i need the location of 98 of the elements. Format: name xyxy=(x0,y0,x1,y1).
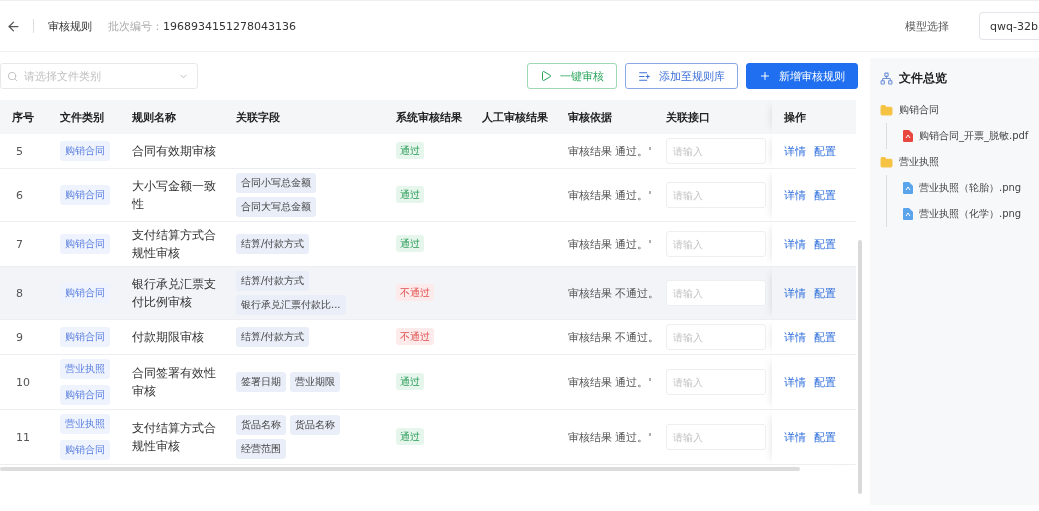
field-tag: 合同大写总金额 xyxy=(236,197,316,217)
action-link[interactable]: 配置 xyxy=(814,430,836,444)
row-number: 8 xyxy=(15,286,23,300)
back-button[interactable] xyxy=(6,18,21,34)
field-tag: 货品名称 xyxy=(290,415,340,435)
result-tag: 通过 xyxy=(396,186,424,203)
row-number: 6 xyxy=(15,188,23,202)
field-tag: 合同小写总金额 xyxy=(236,173,316,193)
plus-icon xyxy=(759,70,771,82)
action-link[interactable]: 配置 xyxy=(814,144,836,158)
category-tag: 购销合同 xyxy=(60,440,110,460)
category-tag: 购销合同 xyxy=(60,185,110,205)
rule-name: 大小写金额一致性 xyxy=(132,178,217,213)
batch-label: 批次编号： xyxy=(108,18,163,34)
column-header: 文件类别 xyxy=(48,100,120,134)
action-link[interactable]: 配置 xyxy=(814,330,836,344)
row-number: 10 xyxy=(15,375,30,389)
row-number: 7 xyxy=(15,237,23,251)
folder-icon xyxy=(880,103,893,117)
action-link[interactable]: 详情 xyxy=(784,188,806,202)
column-header: 序号 xyxy=(0,100,48,134)
rule-name: 银行承兑汇票支付比例审核 xyxy=(132,276,217,311)
column-header: 关联接口 xyxy=(654,100,772,134)
field-tag: 结算/付款方式 xyxy=(236,327,310,347)
result-tag: 通过 xyxy=(396,142,424,159)
category-tag: 营业执照 xyxy=(60,359,110,379)
rule-name: 支付结算方式合规性审核 xyxy=(132,420,217,455)
audit-basis: 审核结果 通过。' xyxy=(568,375,652,389)
audit-basis: 审核结果 通过。' xyxy=(568,188,652,202)
audit-basis: 审核结果 不通过。 xyxy=(568,286,660,300)
tree-item[interactable]: 营业执照（轮胎）.png xyxy=(887,175,1029,201)
result-tag: 不通过 xyxy=(396,284,434,301)
rule-name: 付款期限审核 xyxy=(132,329,205,346)
category-tag: 营业执照 xyxy=(60,414,110,434)
tree-item[interactable]: 购销合同 xyxy=(880,97,1029,123)
model-select[interactable]: qwq-32b xyxy=(979,12,1039,40)
action-link[interactable]: 详情 xyxy=(784,286,806,300)
list-add-icon xyxy=(638,69,651,83)
column-header: 关联字段 xyxy=(224,100,384,134)
tree-item[interactable]: 营业执照（化学）.png xyxy=(887,201,1029,227)
action-link[interactable]: 配置 xyxy=(814,286,836,300)
rule-name: 支付结算方式合规性审核 xyxy=(132,227,217,262)
audit-basis: 审核结果 通过。' xyxy=(568,430,652,444)
result-tag: 不通过 xyxy=(396,328,434,345)
folder-icon xyxy=(880,155,893,169)
category-tag: 购销合同 xyxy=(60,234,110,254)
row-number: 11 xyxy=(15,430,30,444)
toolbar-button[interactable]: 新增审核规则 xyxy=(746,63,858,89)
pdf-file-icon xyxy=(903,130,913,142)
rule-name: 合同签署有效性审核 xyxy=(132,365,217,400)
action-link[interactable]: 详情 xyxy=(784,430,806,444)
field-tag: 银行承兑汇票付款比... xyxy=(236,295,346,315)
toolbar-button[interactable]: 添加至规则库 xyxy=(625,63,738,89)
tree-item[interactable]: 购销合同_开票_脱敏.pdf xyxy=(887,123,1029,149)
result-tag: 通过 xyxy=(396,428,424,445)
rule-name: 合同有效期审核 xyxy=(132,143,217,160)
audit-basis: 审核结果 通过。' xyxy=(568,237,652,251)
category-tag: 购销合同 xyxy=(60,141,110,161)
result-tag: 通过 xyxy=(396,235,424,252)
vertical-scrollbar[interactable] xyxy=(858,240,862,494)
column-header: 审核依据 xyxy=(556,100,654,134)
action-link[interactable]: 详情 xyxy=(784,375,806,389)
audit-basis: 审核结果 不通过。 xyxy=(568,330,660,344)
field-tag: 结算/付款方式 xyxy=(236,271,310,291)
field-tag: 结算/付款方式 xyxy=(236,234,310,254)
image-file-icon xyxy=(903,208,913,220)
field-tag: 营业期限 xyxy=(290,372,340,392)
tree-item[interactable]: 营业执照 xyxy=(880,149,1029,175)
horizontal-scrollbar[interactable] xyxy=(0,467,800,471)
category-tag: 购销合同 xyxy=(60,385,110,405)
column-header: 规则名称 xyxy=(120,100,224,134)
column-header: 人工审核结果 xyxy=(470,100,556,134)
toolbar-button[interactable]: 一键审核 xyxy=(527,63,617,89)
action-link[interactable]: 详情 xyxy=(784,144,806,158)
field-tag: 签署日期 xyxy=(236,372,286,392)
audit-basis: 审核结果 通过。' xyxy=(568,144,652,158)
search-icon xyxy=(7,70,18,82)
action-link[interactable]: 配置 xyxy=(814,237,836,251)
result-tag: 通过 xyxy=(396,373,424,390)
batch-number: 1968934151278043136 xyxy=(163,19,296,33)
row-number: 5 xyxy=(15,144,23,158)
row-number: 9 xyxy=(15,330,23,344)
action-link[interactable]: 详情 xyxy=(784,330,806,344)
column-header: 操作 xyxy=(772,100,856,134)
panel-title: 文件总览 xyxy=(899,70,947,87)
field-tag: 货品名称 xyxy=(236,415,286,435)
page-title: 审核规则 xyxy=(48,18,92,34)
model-label: 模型选择 xyxy=(905,18,949,34)
action-link[interactable]: 详情 xyxy=(784,237,806,251)
play-icon xyxy=(540,70,552,82)
network-icon xyxy=(880,72,893,85)
column-header: 系统审核结果 xyxy=(384,100,470,134)
category-tag: 购销合同 xyxy=(60,327,110,347)
category-tag: 购销合同 xyxy=(60,283,110,303)
action-link[interactable]: 配置 xyxy=(814,188,836,202)
field-tag: 经营范围 xyxy=(236,439,286,459)
action-link[interactable]: 配置 xyxy=(814,375,836,389)
image-file-icon xyxy=(903,182,913,194)
